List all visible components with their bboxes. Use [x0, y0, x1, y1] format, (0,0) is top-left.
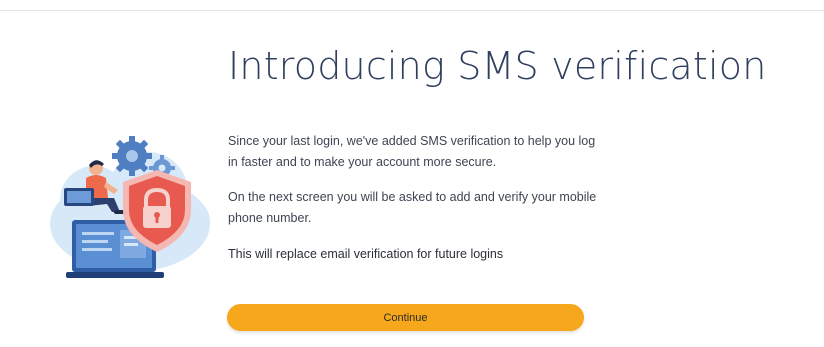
- message-body: Since your last login, we've added SMS v…: [228, 131, 608, 263]
- top-divider: [0, 10, 824, 11]
- page-title: Introducing SMS verification: [228, 44, 767, 88]
- next-step-paragraph: On the next screen you will be asked to …: [228, 190, 597, 225]
- sms-security-illustration: [44, 132, 216, 284]
- continue-button[interactable]: Continue: [227, 304, 584, 331]
- replacement-note: This will replace email verification for…: [228, 247, 504, 261]
- intro-paragraph: Since your last login, we've added SMS v…: [228, 134, 596, 169]
